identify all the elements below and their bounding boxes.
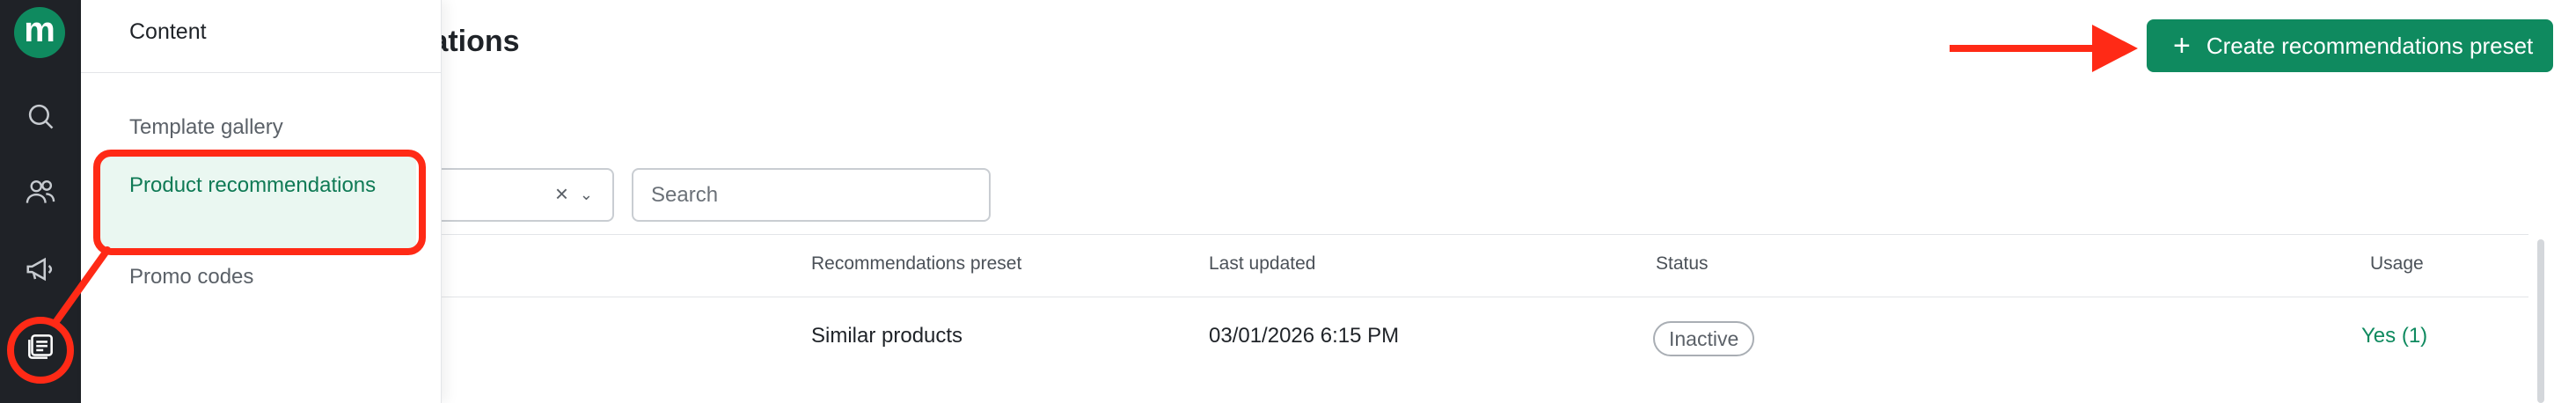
annotation-connector-line [51, 246, 111, 327]
annotation-arrowhead [2092, 25, 2138, 72]
annotation-layer [51, 25, 2138, 327]
